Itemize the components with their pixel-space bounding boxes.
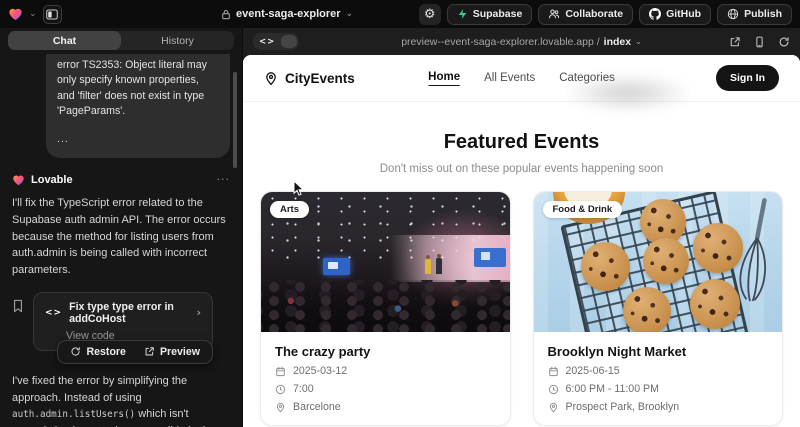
clock-icon <box>275 384 286 395</box>
nav-categories[interactable]: Categories <box>559 72 615 84</box>
preview-button[interactable]: Preview <box>136 344 208 360</box>
phone-icon <box>754 36 765 48</box>
settings-button[interactable]: ⚙ <box>419 4 441 25</box>
lovable-heart-icon <box>12 174 25 186</box>
code-icon: <> <box>253 37 281 47</box>
refresh-button[interactable] <box>778 36 790 48</box>
collaborate-button[interactable]: Collaborate <box>538 4 633 25</box>
supabase-button[interactable]: Supabase <box>447 4 533 25</box>
topbar: ⌄ event-saga-explorer ⌄ ⚙ Supabase Colla… <box>0 0 800 28</box>
app-header: CityEvents Home All Events Categories Si… <box>243 55 800 102</box>
panel-icon <box>46 9 58 20</box>
section-title: Featured Events <box>243 131 800 154</box>
category-badge: Food & Drink <box>543 201 623 218</box>
sidebar-toggle-button[interactable] <box>43 5 62 24</box>
app-brand[interactable]: CityEvents <box>264 71 355 86</box>
code-view-toggle[interactable]: <> <box>253 33 299 50</box>
preview-panel: <> preview--event-saga-explorer.lovable.… <box>243 28 800 427</box>
chat-scrollbar[interactable] <box>233 72 237 168</box>
chat-panel: Chat History error TS2353: Object litera… <box>0 28 242 427</box>
refresh-icon <box>778 36 790 48</box>
preview-url[interactable]: preview--event-saga-explorer.lovable.app… <box>401 36 642 48</box>
toggle-knob <box>281 35 297 48</box>
event-location: Prospect Park, Brooklyn <box>548 401 769 413</box>
preview-url-domain: preview--event-saga-explorer.lovable.app… <box>401 36 599 48</box>
supabase-bolt-icon <box>457 8 468 20</box>
restore-button[interactable]: Restore <box>62 344 133 360</box>
event-date: 2025-03-12 <box>275 365 496 377</box>
category-badge: Arts <box>270 201 309 218</box>
assistant-name: Lovable <box>31 174 73 186</box>
pin-icon <box>275 402 286 413</box>
project-chevron-down-icon: ⌄ <box>346 10 354 19</box>
event-image-conference: Arts <box>261 192 510 332</box>
section-subtitle: Don't miss out on these popular events h… <box>243 163 800 175</box>
gear-icon: ⚙ <box>424 8 436 21</box>
preview-url-page: index <box>604 36 631 48</box>
assistant-result-message: I've fixed the error by simplifying the … <box>12 373 230 427</box>
chevron-right-icon: › <box>196 306 201 319</box>
nav-all-events[interactable]: All Events <box>484 72 535 84</box>
location-pin-icon <box>264 71 278 86</box>
event-title: Brooklyn Night Market <box>548 344 769 359</box>
message-menu-button[interactable]: ··· <box>217 173 231 186</box>
sign-in-button[interactable]: Sign In <box>716 65 779 91</box>
calendar-icon <box>275 366 286 377</box>
user-message-bubble: error TS2353: Object literal may only sp… <box>46 50 230 158</box>
event-image-cookies: Food & Drink <box>534 192 783 332</box>
url-chevron-down-icon: ⌄ <box>635 38 642 46</box>
workspace-chevron-down-icon[interactable]: ⌄ <box>29 10 37 19</box>
external-link-icon <box>144 346 155 357</box>
github-icon <box>649 8 661 20</box>
clock-icon <box>548 384 559 395</box>
project-name: event-saga-explorer <box>236 8 341 20</box>
open-in-new-tab-button[interactable] <box>729 36 741 48</box>
nav-home[interactable]: Home <box>428 71 460 86</box>
code-icon: <> <box>45 308 62 318</box>
lovable-logo-icon[interactable] <box>8 7 23 21</box>
tool-card-title: Fix type type error in addCoHost <box>69 301 189 325</box>
project-menu[interactable]: event-saga-explorer ⌄ <box>221 8 353 20</box>
app-viewport: CityEvents Home All Events Categories Si… <box>243 55 800 427</box>
chat-messages: error TS2353: Object literal may only sp… <box>0 50 242 427</box>
lock-icon <box>221 9 231 20</box>
event-date: 2025-06-15 <box>548 365 769 377</box>
event-card[interactable]: Food & Drink Brooklyn Night Market 2025-… <box>533 191 784 426</box>
version-actions: Restore Preview <box>57 340 213 364</box>
people-icon <box>548 8 560 20</box>
event-cards: Arts The crazy party 2025-03-12 7 <box>260 191 783 426</box>
external-link-icon <box>729 36 741 48</box>
event-location: Barcelone <box>275 401 496 413</box>
github-button[interactable]: GitHub <box>639 4 711 25</box>
pin-icon <box>548 402 559 413</box>
inline-code: auth.admin.listUsers() <box>12 409 135 420</box>
tab-history[interactable]: History <box>121 31 234 50</box>
featured-section: Featured Events Don't miss out on these … <box>243 102 800 175</box>
preview-toolbar: <> preview--event-saga-explorer.lovable.… <box>243 28 800 55</box>
event-time: 6:00 PM - 11:00 PM <box>548 383 769 395</box>
mobile-view-button[interactable] <box>754 36 765 48</box>
chat-tabs: Chat History <box>0 28 242 54</box>
restore-icon <box>70 346 81 357</box>
bookmark-icon[interactable] <box>12 299 24 313</box>
event-card[interactable]: Arts The crazy party 2025-03-12 7 <box>260 191 511 426</box>
calendar-icon <box>548 366 559 377</box>
user-message-text: error TS2353: Object literal may only sp… <box>57 58 219 119</box>
message-ellipsis: ... <box>57 132 219 147</box>
whisk-decoration <box>723 195 777 319</box>
assistant-header: Lovable ··· <box>12 173 230 186</box>
event-title: The crazy party <box>275 344 496 359</box>
event-time: 7:00 <box>275 383 496 395</box>
publish-button[interactable]: Publish <box>717 4 792 25</box>
app-nav: Home All Events Categories <box>428 71 615 86</box>
tab-chat[interactable]: Chat <box>8 31 121 50</box>
assistant-intro-message: I'll fix the TypeScript error related to… <box>12 195 230 279</box>
globe-icon <box>727 8 739 20</box>
